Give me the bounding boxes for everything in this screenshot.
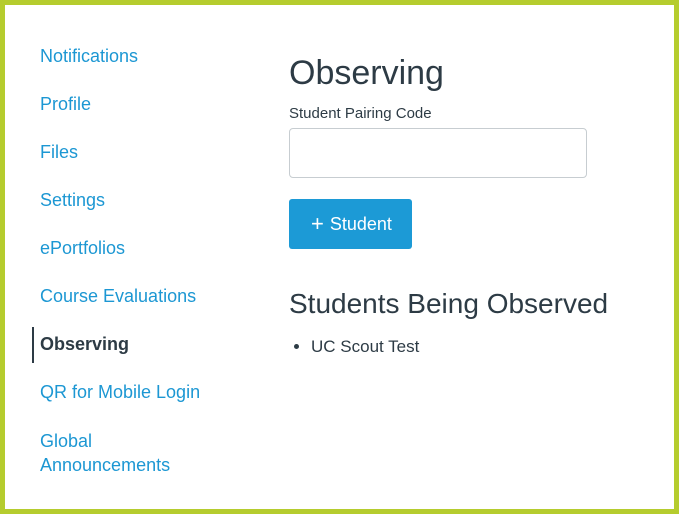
- page-title: Observing: [289, 54, 444, 92]
- observed-students-heading: Students Being Observed: [289, 288, 609, 319]
- pairing-code-input[interactable]: [289, 128, 587, 178]
- page-frame: Notifications Profile Files Settings ePo…: [0, 0, 679, 514]
- pairing-code-label: Student Pairing Code: [289, 105, 432, 122]
- sidebar-item-files[interactable]: Files: [32, 141, 252, 163]
- sidebar-item-profile[interactable]: Profile: [32, 93, 252, 115]
- sidebar-item-global-announcements[interactable]: Global Announcements: [32, 429, 200, 477]
- sidebar-item-course-evaluations[interactable]: Course Evaluations: [32, 285, 252, 307]
- sidebar-item-eportfolios[interactable]: ePortfolios: [32, 237, 252, 259]
- settings-sidebar: Notifications Profile Files Settings ePo…: [32, 45, 252, 503]
- sidebar-item-notifications[interactable]: Notifications: [32, 45, 252, 67]
- add-student-label: Student: [329, 213, 392, 234]
- plus-icon: +: [311, 211, 324, 236]
- observed-students-list: UC Scout Test: [289, 335, 659, 359]
- sidebar-item-settings[interactable]: Settings: [32, 189, 252, 211]
- sidebar-item-observing[interactable]: Observing: [32, 327, 252, 363]
- add-student-button[interactable]: + Student: [289, 199, 412, 249]
- list-item: UC Scout Test: [311, 335, 659, 359]
- sidebar-item-qr-mobile-login[interactable]: QR for Mobile Login: [32, 381, 252, 403]
- observing-panel: Observing Student Pairing Code + Student…: [289, 53, 659, 359]
